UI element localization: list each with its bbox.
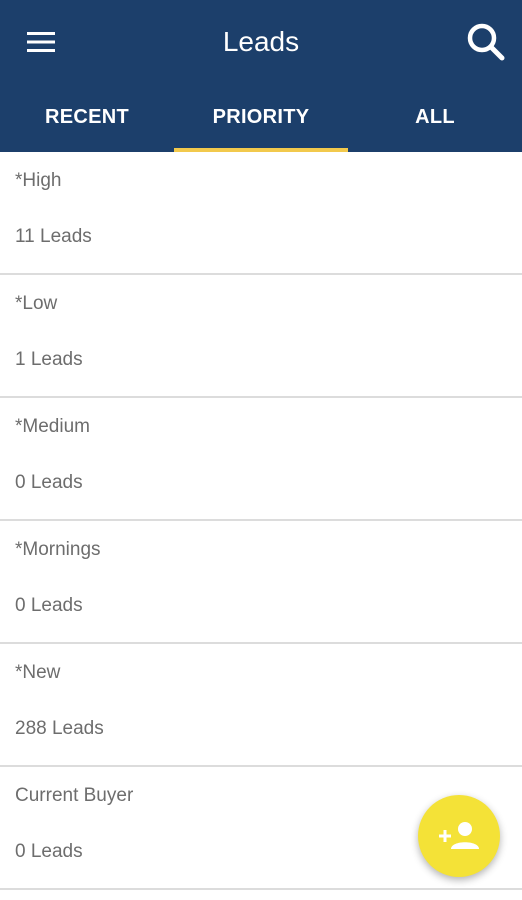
menu-button[interactable] — [14, 20, 68, 64]
list-item-count: 0 Leads — [15, 595, 83, 616]
toolbar: Leads — [0, 0, 522, 86]
list-item-new[interactable]: *New 288 Leads — [0, 644, 522, 767]
list-item-count: 0 Leads — [15, 841, 83, 862]
tab-recent-label: RECENT — [44, 106, 130, 128]
list-item-low[interactable]: *Low 1 Leads — [0, 275, 522, 398]
tab-recent[interactable]: RECENT — [0, 86, 174, 152]
list-item-name: *Mornings — [15, 539, 101, 560]
page-title: Leads — [222, 26, 300, 57]
tab-priority-label: PRIORITY — [212, 106, 310, 128]
hamburger-menu-icon — [27, 32, 55, 52]
app-bar: Leads RECENT PRIORITY ALL — [0, 0, 522, 152]
list-item-name: *Low — [15, 293, 58, 314]
tab-bar: RECENT PRIORITY ALL — [0, 86, 522, 152]
tab-all-label: ALL — [415, 106, 455, 128]
list-item-count: 11 Leads — [15, 226, 92, 247]
search-button[interactable] — [460, 16, 512, 68]
list-item-name: Current Buyer — [15, 785, 134, 806]
list-item-name: *Medium — [15, 416, 90, 437]
search-icon — [467, 23, 505, 61]
tab-priority[interactable]: PRIORITY — [174, 86, 348, 152]
list-item-mornings[interactable]: *Mornings 0 Leads — [0, 521, 522, 644]
list-item-count: 0 Leads — [15, 472, 83, 493]
list-item-name: *High — [15, 170, 62, 191]
list-item-count: 288 Leads — [15, 718, 104, 739]
list-item-name: *New — [15, 662, 61, 683]
list-item-count: 1 Leads — [15, 349, 83, 370]
add-person-icon — [439, 822, 479, 849]
lead-list: *High 11 Leads *Low 1 Leads *Medium 0 Le… — [0, 152, 522, 890]
add-lead-button[interactable] — [418, 795, 500, 877]
tab-all[interactable]: ALL — [348, 86, 522, 152]
leads-screen: Leads RECENT PRIORITY ALL *High 11 Leads… — [0, 0, 522, 900]
list-item-high[interactable]: *High 11 Leads — [0, 152, 522, 275]
list-item-medium[interactable]: *Medium 0 Leads — [0, 398, 522, 521]
